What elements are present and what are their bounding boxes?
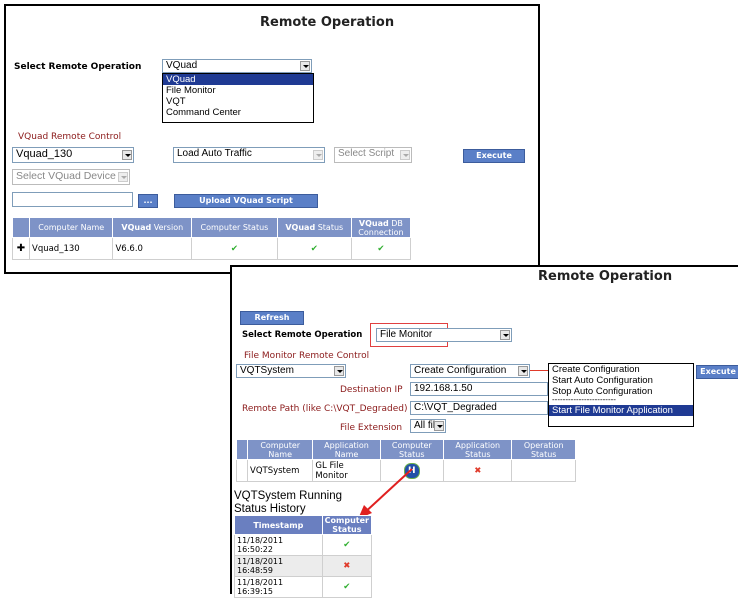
vquad-select[interactable]: Vquad_130: [12, 147, 134, 163]
configuration-dropdown-list: Create Configuration Start Auto Configur…: [548, 363, 694, 427]
chevron-down-icon: [300, 61, 310, 71]
chevron-down-icon: [500, 330, 510, 340]
file-extension-select[interactable]: All file: [410, 419, 446, 433]
checkmark-icon: ✔: [191, 237, 278, 260]
cross-icon: ✖: [321, 555, 373, 577]
status-history-table: Timestamp Computer Status 11/18/2011 16:…: [234, 515, 373, 598]
header-application-name: Application Name: [312, 439, 381, 460]
file-path-input[interactable]: [12, 192, 133, 207]
header-db-connection: VQuad DB Connection: [350, 217, 412, 238]
expand-icon[interactable]: ✚: [12, 237, 30, 260]
option-vquad[interactable]: VQuad: [163, 74, 313, 85]
table-row: 11/18/2011 16:50:22 ✔: [234, 534, 373, 556]
system-select[interactable]: VQTSystem: [236, 364, 346, 378]
execute-button[interactable]: Execute: [463, 149, 525, 163]
configuration-select[interactable]: Create Configuration: [410, 364, 530, 378]
refresh-status-button[interactable]: Refresh Status: [240, 311, 304, 334]
upload-script-button[interactable]: Upload VQuad Script: [174, 194, 318, 208]
remote-path-label: Remote Path (like C:\VQT_Degraded): [242, 404, 408, 414]
header-blank: [236, 439, 248, 460]
chevron-down-icon: [434, 421, 444, 431]
select-operation-label: Select Remote Operation: [14, 62, 142, 72]
page-title: Remote Operation: [260, 15, 395, 30]
script-select[interactable]: Select Script: [334, 147, 412, 163]
cell-timestamp: 11/18/2011 16:50:22: [234, 534, 323, 556]
option-vqt[interactable]: VQT: [163, 96, 313, 107]
cell-computer-name: VQTSystem: [246, 459, 314, 482]
destination-ip-input[interactable]: 192.168.1.50: [410, 382, 548, 396]
cell-computer-name: Vquad_130: [28, 237, 114, 260]
header-vquad-version: VQuad Version: [112, 217, 193, 238]
vquad-panel: Remote Operation Select Remote Operation…: [4, 4, 540, 274]
chevron-down-icon: [122, 150, 132, 160]
option-start-auto-configuration[interactable]: Start Auto Configuration: [549, 375, 693, 386]
cell-blank: [236, 459, 248, 482]
option-file-monitor[interactable]: File Monitor: [163, 85, 313, 96]
operation-dropdown-list: VQuad File Monitor VQT Command Center: [162, 73, 314, 123]
header-computer-status: Computer Status: [321, 515, 373, 535]
chevron-down-icon: [118, 172, 128, 182]
checkmark-icon: ✔: [321, 534, 373, 556]
history-title: VQTSystem Running Status History: [234, 490, 342, 516]
checkmark-icon: ✔: [276, 237, 352, 260]
file-extension-label: File Extension: [340, 423, 403, 433]
section-label: VQuad Remote Control: [18, 132, 122, 142]
table-row: 11/18/2011 16:48:59 ✖: [234, 555, 373, 577]
history-title-line1: VQTSystem Running: [234, 490, 343, 502]
cross-icon: ✖: [443, 459, 513, 482]
section-label: File Monitor Remote Control: [244, 351, 370, 361]
remote-path-input[interactable]: C:\VQT_Degraded: [410, 401, 548, 415]
table-row: ✚ Vquad_130 V6.6.0 ✔ ✔ ✔: [12, 237, 412, 260]
cell-operation-status: [511, 459, 576, 482]
select-operation-label: Select Remote Operation: [242, 330, 363, 340]
cell-version: V6.6.0: [112, 237, 193, 260]
checkmark-icon: ✔: [350, 237, 412, 260]
file-monitor-panel: Remote Operation Refresh Status Select R…: [230, 265, 738, 598]
browse-button[interactable]: ...: [138, 194, 158, 208]
cell-timestamp: 11/18/2011 16:39:15: [234, 576, 323, 598]
chevron-down-icon: [400, 150, 410, 160]
header-operation-status: Operation Status: [511, 439, 576, 460]
chevron-down-icon: [313, 150, 323, 160]
execute-button[interactable]: Execute: [696, 365, 738, 379]
option-separator: ------------------------: [552, 395, 616, 404]
header-computer-status: Computer Status: [379, 439, 445, 460]
chevron-down-icon: [518, 366, 528, 376]
header-computer-name: Computer Name: [246, 439, 314, 460]
operation-select[interactable]: File Monitor: [376, 328, 512, 342]
traffic-select[interactable]: Load Auto Traffic: [173, 147, 325, 163]
header-vquad-status: VQuad Status: [276, 217, 352, 238]
cell-timestamp: 11/18/2011 16:48:59: [234, 555, 323, 577]
option-create-configuration[interactable]: Create Configuration: [549, 364, 693, 375]
destination-ip-label: Destination IP: [340, 385, 403, 395]
checkmark-icon: ✔: [321, 576, 373, 598]
page-title: Remote Operation: [538, 269, 673, 284]
header-computer-status: Computer Status: [191, 217, 278, 238]
option-command-center[interactable]: Command Center: [163, 107, 313, 118]
chevron-down-icon: [334, 366, 344, 376]
operation-select[interactable]: VQuad: [162, 59, 312, 73]
callout-line: [530, 370, 548, 371]
vquad-status-table: Computer Name VQuad Version Computer Sta…: [12, 217, 412, 260]
header-computer-name: Computer Name: [28, 217, 114, 238]
device-select[interactable]: Select VQuad Device: [12, 169, 130, 185]
option-start-file-monitor-application[interactable]: Start File Monitor Application: [549, 405, 693, 416]
header-expand: [12, 217, 30, 238]
header-timestamp: Timestamp: [234, 515, 323, 535]
table-row: 11/18/2011 16:39:15 ✔: [234, 576, 373, 598]
header-application-status: Application Status: [443, 439, 513, 460]
